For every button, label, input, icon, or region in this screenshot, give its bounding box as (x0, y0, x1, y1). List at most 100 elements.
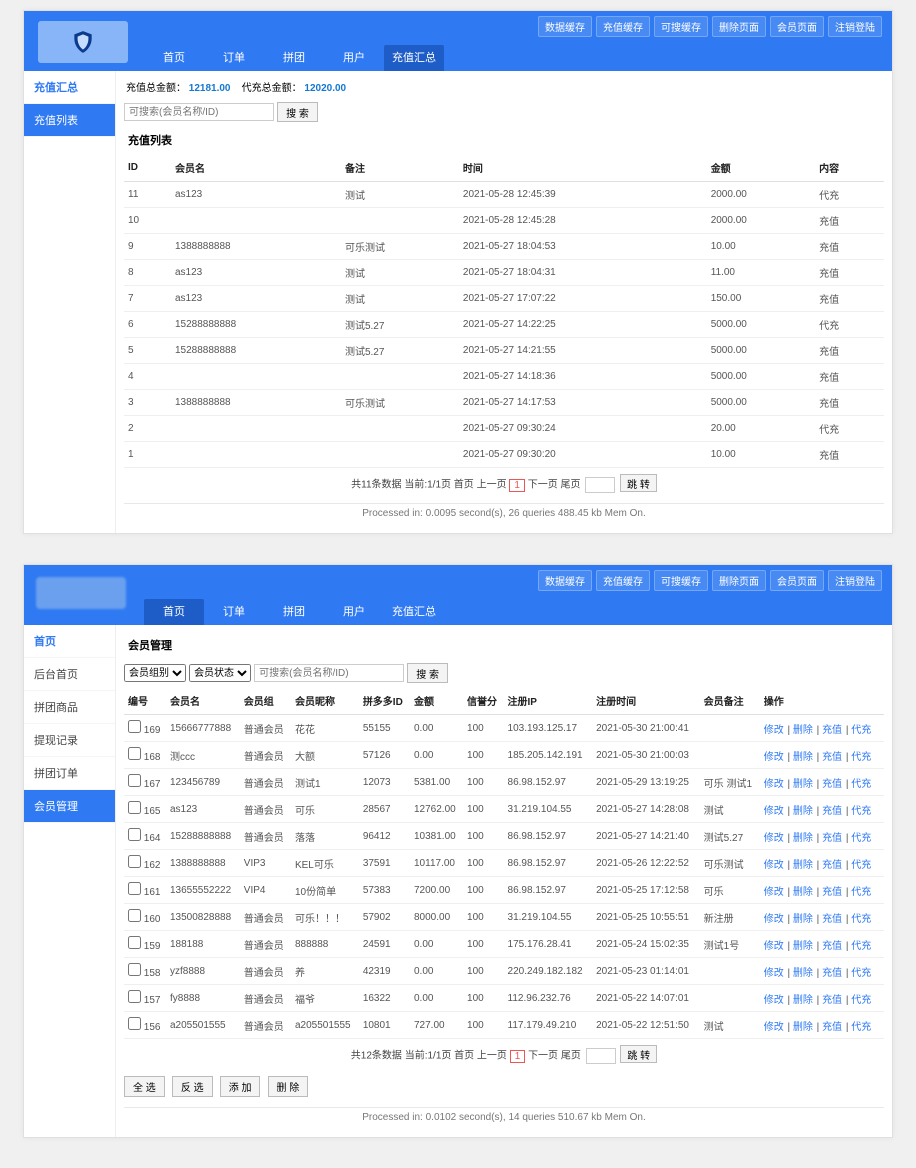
delete-link[interactable]: 删除 (793, 914, 813, 925)
recharge-link[interactable]: 充值 (822, 833, 842, 844)
sidebar-item[interactable]: 后台首页 (24, 658, 115, 691)
nav-tab[interactable]: 充值汇总 (384, 45, 444, 71)
proxy-link[interactable]: 代充 (851, 725, 871, 736)
row-checkbox[interactable] (128, 747, 141, 760)
row-checkbox[interactable] (128, 828, 141, 841)
recharge-link[interactable]: 充值 (822, 779, 842, 790)
recharge-link[interactable]: 充值 (822, 1022, 842, 1033)
proxy-link[interactable]: 代充 (851, 1022, 871, 1033)
pager-current[interactable]: 1 (510, 1050, 526, 1063)
edit-link[interactable]: 修改 (764, 860, 784, 871)
edit-link[interactable]: 修改 (764, 806, 784, 817)
delete-link[interactable]: 删除 (793, 752, 813, 763)
edit-link[interactable]: 修改 (764, 1022, 784, 1033)
edit-link[interactable]: 修改 (764, 914, 784, 925)
header-btn[interactable]: 会员页面 (770, 16, 824, 37)
batch-delete[interactable]: 删 除 (268, 1076, 309, 1097)
sidebar-item[interactable]: 首页 (24, 625, 115, 658)
nav-tab[interactable]: 订单 (204, 599, 264, 625)
proxy-link[interactable]: 代充 (851, 806, 871, 817)
batch-select-all[interactable]: 全 选 (124, 1076, 165, 1097)
search-button[interactable]: 搜 索 (277, 102, 318, 122)
recharge-link[interactable]: 充值 (822, 887, 842, 898)
edit-link[interactable]: 修改 (764, 995, 784, 1006)
nav-tab[interactable]: 充值汇总 (384, 599, 444, 625)
header-btn[interactable]: 删除页面 (712, 16, 766, 37)
recharge-link[interactable]: 充值 (822, 995, 842, 1006)
proxy-link[interactable]: 代充 (851, 887, 871, 898)
recharge-link[interactable]: 充值 (822, 752, 842, 763)
edit-link[interactable]: 修改 (764, 887, 784, 898)
nav-tab[interactable]: 用户 (324, 599, 384, 625)
edit-link[interactable]: 修改 (764, 752, 784, 763)
header-btn[interactable]: 注销登陆 (828, 16, 882, 37)
pager-go-button[interactable]: 跳 转 (620, 1045, 657, 1063)
recharge-link[interactable]: 充值 (822, 941, 842, 952)
search-input[interactable] (254, 664, 404, 682)
proxy-link[interactable]: 代充 (851, 968, 871, 979)
filter-group-select[interactable]: 会员组别 (124, 664, 186, 682)
row-checkbox[interactable] (128, 801, 141, 814)
delete-link[interactable]: 删除 (793, 725, 813, 736)
pager-input[interactable] (586, 1048, 616, 1064)
delete-link[interactable]: 删除 (793, 968, 813, 979)
nav-tab[interactable]: 拼团 (264, 45, 324, 71)
sidebar-item[interactable]: 拼团商品 (24, 691, 115, 724)
sidebar-item[interactable]: 充值汇总 (24, 71, 115, 104)
row-checkbox[interactable] (128, 882, 141, 895)
proxy-link[interactable]: 代充 (851, 752, 871, 763)
header-btn[interactable]: 注销登陆 (828, 570, 882, 591)
recharge-link[interactable]: 充值 (822, 860, 842, 871)
pager-go-button[interactable]: 跳 转 (620, 474, 657, 492)
batch-invert[interactable]: 反 选 (172, 1076, 213, 1097)
batch-add[interactable]: 添 加 (220, 1076, 261, 1097)
sidebar-item[interactable]: 提现记录 (24, 724, 115, 757)
recharge-link[interactable]: 充值 (822, 725, 842, 736)
edit-link[interactable]: 修改 (764, 968, 784, 979)
nav-tab[interactable]: 首页 (144, 45, 204, 71)
edit-link[interactable]: 修改 (764, 779, 784, 790)
proxy-link[interactable]: 代充 (851, 779, 871, 790)
pager-input[interactable] (585, 477, 615, 493)
row-checkbox[interactable] (128, 936, 141, 949)
delete-link[interactable]: 删除 (793, 1022, 813, 1033)
search-button[interactable]: 搜 索 (407, 663, 448, 683)
delete-link[interactable]: 删除 (793, 833, 813, 844)
header-btn[interactable]: 数据缓存 (538, 570, 592, 591)
row-checkbox[interactable] (128, 720, 141, 733)
delete-link[interactable]: 删除 (793, 860, 813, 871)
row-checkbox[interactable] (128, 1017, 141, 1030)
proxy-link[interactable]: 代充 (851, 860, 871, 871)
header-btn[interactable]: 充值缓存 (596, 16, 650, 37)
delete-link[interactable]: 删除 (793, 806, 813, 817)
header-btn[interactable]: 删除页面 (712, 570, 766, 591)
header-btn[interactable]: 可搜缓存 (654, 570, 708, 591)
sidebar-item[interactable]: 拼团订单 (24, 757, 115, 790)
recharge-link[interactable]: 充值 (822, 806, 842, 817)
nav-tab[interactable]: 订单 (204, 45, 264, 71)
row-checkbox[interactable] (128, 774, 141, 787)
nav-tab[interactable]: 拼团 (264, 599, 324, 625)
row-checkbox[interactable] (128, 909, 141, 922)
nav-tab[interactable]: 首页 (144, 599, 204, 625)
sidebar-item[interactable]: 充值列表 (24, 104, 115, 137)
delete-link[interactable]: 删除 (793, 941, 813, 952)
edit-link[interactable]: 修改 (764, 725, 784, 736)
filter-status-select[interactable]: 会员状态 (189, 664, 251, 682)
nav-tab[interactable]: 用户 (324, 45, 384, 71)
sidebar-item[interactable]: 会员管理 (24, 790, 115, 823)
row-checkbox[interactable] (128, 990, 141, 1003)
proxy-link[interactable]: 代充 (851, 914, 871, 925)
delete-link[interactable]: 删除 (793, 995, 813, 1006)
proxy-link[interactable]: 代充 (851, 995, 871, 1006)
edit-link[interactable]: 修改 (764, 941, 784, 952)
proxy-link[interactable]: 代充 (851, 833, 871, 844)
proxy-link[interactable]: 代充 (851, 941, 871, 952)
search-input[interactable] (124, 103, 274, 121)
header-btn[interactable]: 可搜缓存 (654, 16, 708, 37)
header-btn[interactable]: 会员页面 (770, 570, 824, 591)
row-checkbox[interactable] (128, 963, 141, 976)
recharge-link[interactable]: 充值 (822, 968, 842, 979)
edit-link[interactable]: 修改 (764, 833, 784, 844)
pager-current[interactable]: 1 (509, 479, 525, 492)
